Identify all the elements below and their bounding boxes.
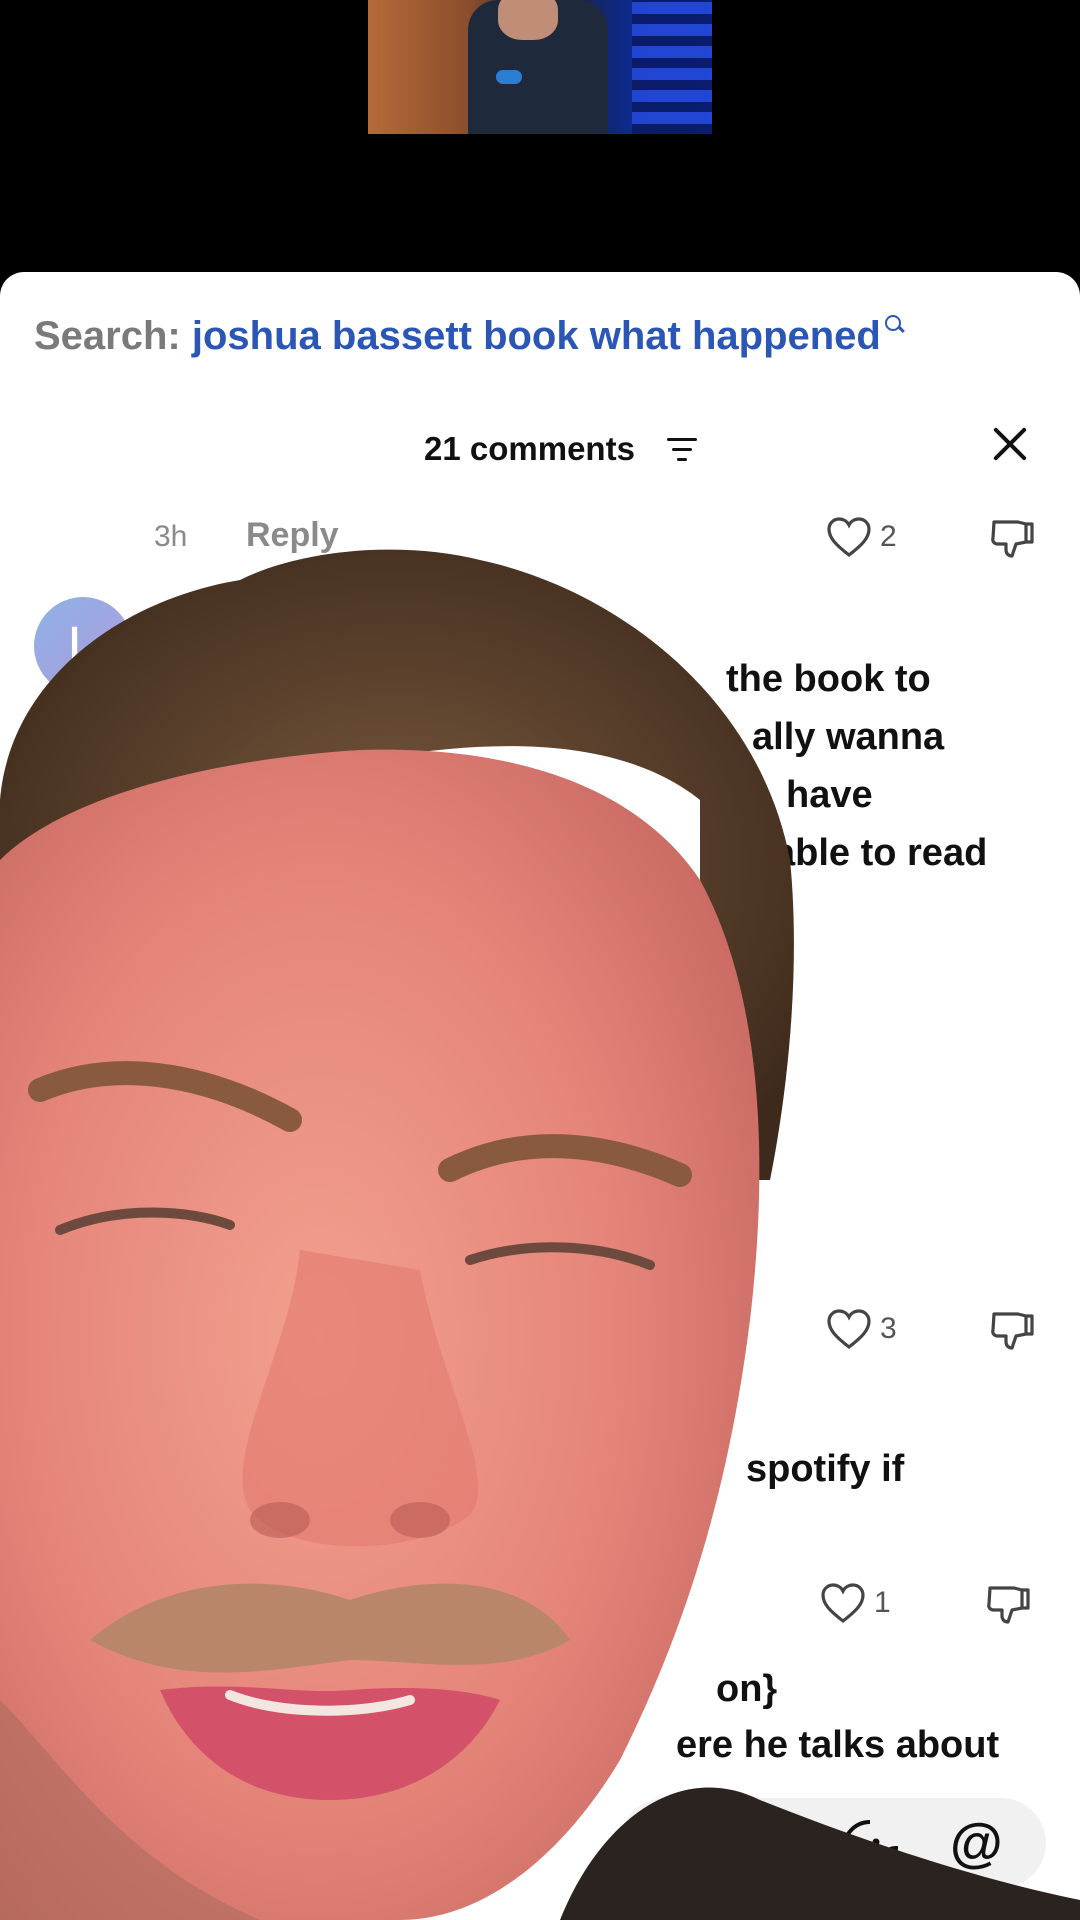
comment-text-line: ally wanna: [752, 716, 945, 758]
contestant-head: [498, 0, 558, 40]
stage-lights: [632, 0, 712, 134]
comment-text-line: on}: [716, 1668, 778, 1710]
comment-text-line: ere he talks about: [676, 1724, 1000, 1766]
comment-text-line: have: [786, 774, 873, 816]
like-button[interactable]: 1: [820, 1582, 891, 1624]
heart-icon: [821, 1583, 865, 1624]
mention-button[interactable]: @: [950, 1812, 1003, 1874]
name-badge: [496, 70, 522, 84]
search-icon: [884, 315, 903, 333]
comment-footer: 3h Reply 2: [0, 516, 1080, 566]
comments-header: 21 comments: [0, 424, 1080, 474]
comment-text-line: the book to: [726, 658, 931, 700]
comment-count: 21 comments: [424, 430, 635, 467]
like-button[interactable]: 3: [826, 1308, 897, 1350]
search-suggestion[interactable]: Search: joshua bassett book what happene…: [34, 314, 903, 359]
emoji-face-icon: [842, 1820, 899, 1876]
thumbs-down-icon: [987, 1586, 1030, 1624]
comment-text-line: spotify if: [746, 1448, 905, 1490]
avatar[interactable]: L: [34, 597, 132, 695]
search-query[interactable]: joshua bassett book what happened: [192, 314, 881, 358]
search-prefix: Search:: [34, 314, 181, 358]
comment-time: 3h: [154, 520, 188, 553]
thumbs-down-icon: [991, 1312, 1034, 1350]
dislike-button[interactable]: [984, 1582, 1030, 1633]
dislike-button[interactable]: [988, 516, 1034, 567]
reply-button[interactable]: Reply: [246, 516, 339, 555]
heart-icon: [827, 1309, 871, 1350]
dislike-button[interactable]: [988, 1308, 1034, 1359]
heart-icon: [827, 517, 871, 558]
like-count: 2: [880, 520, 897, 553]
avatar-letter: L: [67, 614, 99, 677]
emoji-icon[interactable]: [840, 1818, 900, 1883]
sort-filter-icon[interactable]: [666, 438, 698, 464]
comments-sheet: Search: joshua bassett book what happene…: [0, 272, 1080, 1920]
like-count: 3: [880, 1312, 897, 1345]
comment-username[interactable]: Letterp: [154, 600, 262, 637]
close-icon[interactable]: [990, 424, 1030, 464]
thumbs-down-icon: [991, 520, 1034, 558]
like-button[interactable]: 2: [826, 516, 897, 558]
video-preview[interactable]: [368, 0, 712, 134]
like-count: 1: [874, 1586, 891, 1619]
comment-text-line: able to read: [774, 832, 988, 874]
comment-text-line: Ex: [154, 658, 201, 700]
